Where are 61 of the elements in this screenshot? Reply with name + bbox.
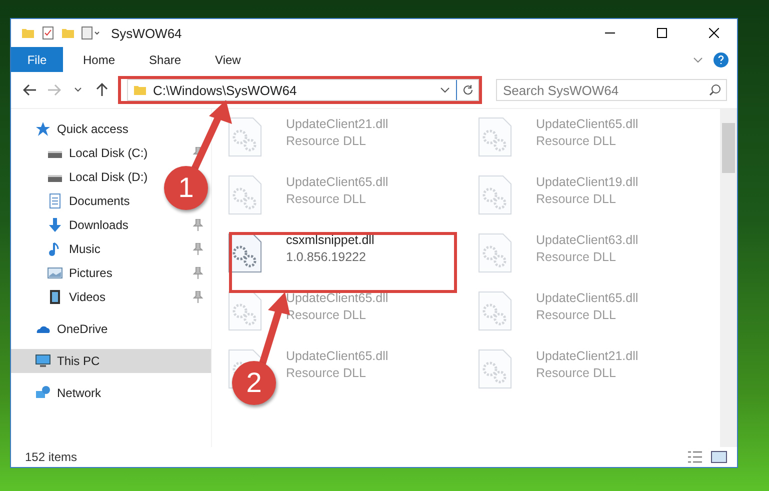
sidebar-item[interactable]: Quick access bbox=[11, 117, 136, 141]
search-field[interactable]: Search SysWOW64 bbox=[496, 79, 727, 101]
file-detail: Resource DLL bbox=[536, 134, 617, 148]
down-arrow-icon bbox=[47, 217, 63, 233]
sidebar-item[interactable]: Videos bbox=[11, 285, 211, 309]
chevron-down-icon bbox=[440, 86, 450, 94]
file-detail: Resource DLL bbox=[286, 366, 367, 380]
forward-arrow-icon bbox=[47, 84, 61, 96]
close-icon bbox=[709, 28, 719, 38]
thumbnail-view-icon bbox=[711, 451, 727, 463]
picture-icon bbox=[47, 265, 63, 281]
star-icon bbox=[35, 121, 51, 137]
chevron-down-icon bbox=[74, 87, 82, 93]
scroll-thumb[interactable] bbox=[722, 123, 735, 173]
help-icon bbox=[713, 52, 729, 68]
file-detail: 1.0.856.19222 bbox=[286, 250, 367, 264]
ribbon-tab[interactable]: Share bbox=[135, 47, 196, 72]
file-detail: Resource DLL bbox=[286, 134, 367, 148]
chevron-down-icon bbox=[693, 56, 703, 62]
ribbon-tab[interactable]: View bbox=[201, 47, 255, 72]
pin-icon bbox=[193, 267, 203, 279]
pin-icon bbox=[193, 219, 203, 231]
file-name[interactable]: csxmlsnippet.dll bbox=[286, 233, 374, 247]
sidebar-item[interactable]: Local Disk (C:) bbox=[11, 141, 211, 165]
folder-icon bbox=[21, 26, 35, 40]
sidebar-item[interactable]: Downloads bbox=[11, 213, 211, 237]
maximize-icon bbox=[657, 28, 667, 38]
details-view-icon bbox=[687, 451, 703, 463]
scrollbar[interactable] bbox=[720, 109, 737, 447]
folder-icon bbox=[133, 83, 147, 97]
file-detail: Resource DLL bbox=[536, 366, 617, 380]
item-count: 152 items bbox=[25, 450, 78, 464]
pin-icon bbox=[193, 243, 203, 255]
file-detail: Resource DLL bbox=[536, 250, 617, 264]
search-icon bbox=[709, 84, 721, 96]
sidebar-item[interactable]: Pictures bbox=[11, 261, 211, 285]
file-detail: Resource DLL bbox=[286, 192, 367, 206]
up-arrow-icon bbox=[96, 83, 108, 97]
file-detail: Resource DLL bbox=[286, 308, 367, 322]
ribbon-tab[interactable]: File bbox=[11, 47, 63, 72]
sidebar-item[interactable]: Network bbox=[11, 381, 110, 405]
network-icon bbox=[35, 385, 51, 401]
refresh-icon bbox=[462, 84, 474, 96]
properties-icon bbox=[81, 26, 101, 40]
ribbon-tab[interactable]: Home bbox=[69, 47, 130, 72]
pin-icon bbox=[193, 291, 203, 303]
sidebar-item[interactable]: This PC bbox=[11, 349, 211, 373]
sidebar-item[interactable]: Documents bbox=[11, 189, 138, 213]
monitor-icon bbox=[35, 353, 51, 369]
sidebar-item[interactable]: OneDrive bbox=[11, 317, 116, 341]
file-detail: Resource DLL bbox=[536, 192, 617, 206]
file-detail: Resource DLL bbox=[536, 308, 617, 322]
window-title: SysWOW64 bbox=[111, 26, 183, 40]
sidebar-item[interactable]: Local Disk (D:) bbox=[11, 165, 156, 189]
checklist-icon bbox=[41, 26, 55, 40]
sidebar-item[interactable]: Music bbox=[11, 237, 211, 261]
new-folder-icon bbox=[61, 26, 75, 40]
address-field[interactable]: C:\Windows\SysWOW64 bbox=[127, 79, 479, 101]
back-arrow-icon bbox=[23, 84, 37, 96]
film-icon bbox=[47, 289, 63, 305]
document-icon bbox=[47, 193, 63, 209]
